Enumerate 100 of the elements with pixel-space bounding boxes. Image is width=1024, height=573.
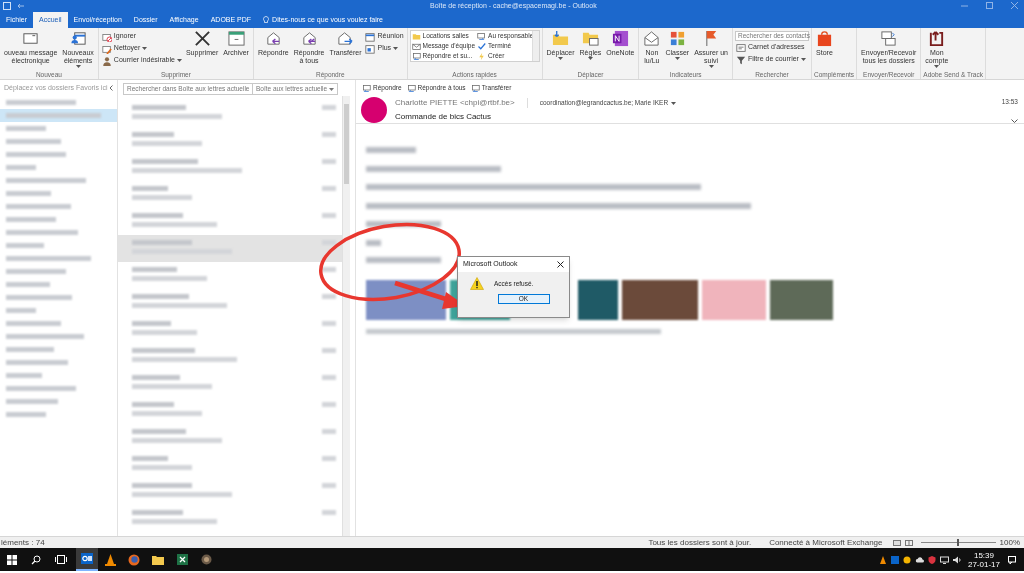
clock-time[interactable]: 15:39 bbox=[973, 550, 994, 560]
windows-start-icon[interactable] bbox=[7, 554, 17, 565]
blurred-text bbox=[6, 165, 36, 170]
speaker-icon[interactable] bbox=[952, 555, 962, 564]
maximize-icon[interactable] bbox=[986, 2, 993, 9]
mail-app-icon bbox=[81, 553, 93, 564]
blurred-text bbox=[322, 240, 336, 245]
blurred-text bbox=[6, 282, 50, 287]
blurred-text bbox=[132, 402, 174, 407]
blurred-text bbox=[322, 375, 336, 380]
caret-icon bbox=[393, 47, 399, 50]
gallery-scrollbar[interactable] bbox=[531, 31, 539, 61]
normal-view-icon[interactable] bbox=[892, 539, 901, 546]
blurred-text bbox=[132, 375, 180, 380]
circle-icon[interactable] bbox=[902, 555, 911, 564]
blurred-text bbox=[132, 159, 198, 164]
connection-status: Connecté à Microsoft Exchange bbox=[769, 536, 883, 549]
blurred-text bbox=[6, 217, 56, 222]
photo-placeholder bbox=[702, 280, 766, 320]
blurred-text bbox=[322, 348, 336, 353]
calendar-icon bbox=[365, 31, 376, 42]
blurred-text bbox=[132, 213, 183, 218]
blurred-text bbox=[6, 308, 36, 313]
minimize-icon[interactable] bbox=[961, 2, 968, 9]
app-icon bbox=[200, 554, 212, 565]
blurred-text bbox=[132, 240, 192, 245]
blurred-text bbox=[132, 141, 202, 146]
lightbulb-icon bbox=[263, 16, 270, 24]
photo-placeholder bbox=[578, 280, 618, 320]
blurred-text bbox=[322, 294, 336, 299]
message-item[interactable] bbox=[118, 235, 342, 262]
expand-icon[interactable] bbox=[1011, 119, 1018, 123]
blurred-text bbox=[6, 269, 66, 274]
search-icon[interactable] bbox=[31, 554, 41, 565]
blurred-text bbox=[132, 330, 197, 335]
zoom-level: 100% bbox=[999, 536, 1020, 549]
caret-icon bbox=[934, 65, 940, 68]
network-icon[interactable] bbox=[939, 555, 949, 564]
caret-icon bbox=[142, 47, 148, 50]
traffic-cone-icon[interactable] bbox=[878, 555, 887, 564]
folder-icon bbox=[411, 31, 421, 41]
address-book-icon bbox=[736, 42, 746, 53]
blurred-text bbox=[6, 412, 46, 417]
task-view-icon[interactable] bbox=[55, 555, 67, 564]
mail-app-icon[interactable] bbox=[890, 555, 899, 564]
shield-icon[interactable] bbox=[927, 555, 936, 564]
filter-icon bbox=[736, 54, 746, 65]
blurred-text bbox=[132, 186, 168, 191]
blurred-text bbox=[132, 267, 177, 272]
caret-icon bbox=[176, 59, 182, 62]
blurred-text bbox=[322, 132, 336, 137]
caret-icon bbox=[708, 65, 714, 68]
scrollbar[interactable] bbox=[342, 96, 350, 536]
blurred-text bbox=[6, 399, 58, 404]
folder-arrow-icon bbox=[552, 30, 570, 47]
blurred-text bbox=[322, 483, 336, 488]
zoom-slider[interactable] bbox=[920, 539, 996, 546]
blurred-text bbox=[132, 510, 183, 515]
check-icon bbox=[477, 41, 487, 51]
folder-item[interactable] bbox=[0, 109, 117, 122]
envelope-slash-icon bbox=[101, 31, 112, 42]
warning-icon bbox=[470, 277, 484, 290]
photo-placeholder bbox=[770, 280, 833, 320]
slider-thumb[interactable] bbox=[957, 539, 960, 546]
blurred-text bbox=[322, 159, 336, 164]
blurred-text bbox=[6, 373, 42, 378]
close-icon[interactable] bbox=[557, 261, 564, 268]
blurred-text bbox=[6, 139, 61, 144]
blurred-text bbox=[6, 321, 61, 326]
item-count: léments : 74 bbox=[0, 536, 45, 549]
color-grid-icon bbox=[668, 30, 686, 47]
blurred-text bbox=[322, 510, 336, 515]
collapse-icon[interactable] bbox=[109, 85, 113, 91]
scrollbar-thumb[interactable] bbox=[344, 104, 349, 184]
blurred-text bbox=[132, 429, 186, 434]
blurred-text bbox=[6, 100, 76, 105]
blurred-text bbox=[322, 456, 336, 461]
blurred-text bbox=[132, 483, 192, 488]
traffic-cone-icon bbox=[104, 553, 116, 566]
shopping-bag-icon bbox=[816, 30, 833, 47]
save-icon[interactable] bbox=[3, 1, 11, 10]
blurred-text bbox=[6, 126, 46, 131]
blurred-text bbox=[6, 204, 71, 209]
blurred-text bbox=[322, 321, 336, 326]
cloud-icon[interactable] bbox=[914, 556, 924, 563]
sync-status: Tous les dossiers sont à jour. bbox=[648, 536, 752, 549]
blurred-text bbox=[6, 295, 72, 300]
blurred-text bbox=[6, 230, 78, 235]
blurred-text bbox=[322, 213, 336, 218]
reading-view-icon[interactable] bbox=[904, 539, 913, 546]
email-subject: Commande de bics Cactus bbox=[395, 111, 493, 123]
notification-icon[interactable] bbox=[1008, 555, 1016, 564]
undo-icon[interactable] bbox=[17, 2, 25, 9]
blurred-text bbox=[6, 360, 68, 365]
blurred-text bbox=[132, 294, 189, 299]
browser-globe-icon bbox=[128, 553, 140, 566]
clock-date[interactable]: 27-01-17 bbox=[967, 559, 1000, 569]
taskbar-app[interactable] bbox=[76, 548, 98, 571]
blurred-text bbox=[132, 411, 202, 416]
blurred-text bbox=[132, 456, 168, 461]
